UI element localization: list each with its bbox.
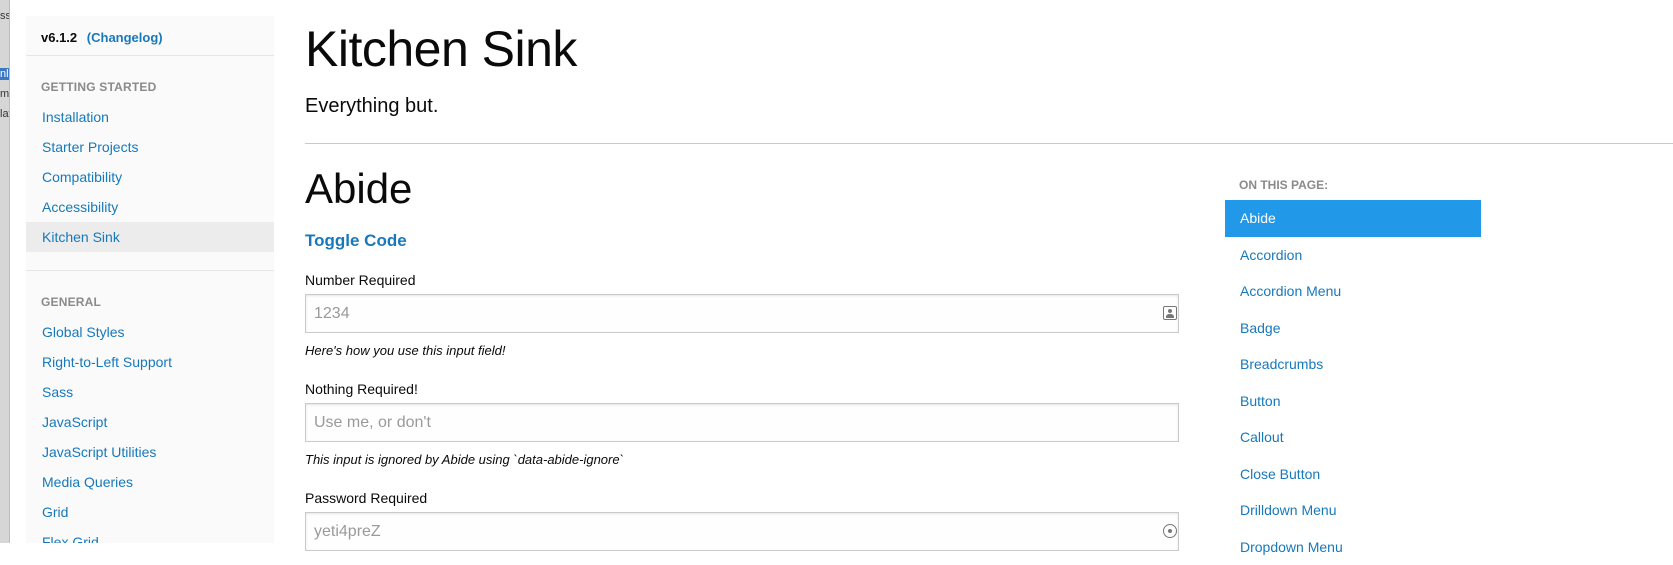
page-title: Kitchen Sink: [305, 20, 577, 78]
toc-item-breadcrumbs[interactable]: Breadcrumbs: [1225, 346, 1481, 383]
toc-title: ON THIS PAGE:: [1225, 178, 1481, 200]
sidebar-item-compatibility[interactable]: Compatibility: [26, 162, 274, 192]
sidebar-item-javascript-utilities[interactable]: JavaScript Utilities: [26, 437, 274, 467]
docs-sidebar: v6.1.2 (Changelog) GETTING STARTED Insta…: [26, 16, 274, 543]
section-title-getting-started: GETTING STARTED: [26, 80, 274, 94]
toggle-code-link[interactable]: Toggle Code: [305, 231, 407, 251]
sidebar-item-sass[interactable]: Sass: [26, 377, 274, 407]
sidebar-item-starter-projects[interactable]: Starter Projects: [26, 132, 274, 162]
version-label: v6.1.2: [41, 30, 77, 45]
contact-card-icon[interactable]: [1163, 306, 1177, 320]
edge-fragment: mo: [0, 88, 10, 100]
password-required-input[interactable]: [305, 512, 1179, 551]
nothing-required-input[interactable]: [305, 403, 1179, 442]
toc-item-accordion[interactable]: Accordion: [1225, 237, 1481, 274]
toc-item-dropdown-menu[interactable]: Dropdown Menu: [1225, 529, 1481, 565]
toc-item-accordion-menu[interactable]: Accordion Menu: [1225, 273, 1481, 310]
edge-fragment: lat: [0, 108, 10, 120]
toc-item-abide[interactable]: Abide: [1225, 200, 1481, 237]
version-row: v6.1.2 (Changelog): [26, 16, 274, 56]
sidebar-item-installation[interactable]: Installation: [26, 102, 274, 132]
toc-item-button[interactable]: Button: [1225, 383, 1481, 420]
sidebar-item-accessibility[interactable]: Accessibility: [26, 192, 274, 222]
toc-item-drilldown-menu[interactable]: Drilldown Menu: [1225, 492, 1481, 529]
number-help-text: Here's how you use this input field!: [305, 343, 505, 358]
edge-fragment: nl: [0, 68, 10, 80]
nothing-help-text: This input is ignored by Abide using `da…: [305, 452, 624, 467]
section-title-abide: Abide: [305, 165, 412, 213]
changelog-link[interactable]: (Changelog): [87, 30, 163, 45]
sidebar-item-flex-grid[interactable]: Flex Grid: [26, 527, 274, 543]
title-divider: [305, 143, 1673, 144]
toc-item-badge[interactable]: Badge: [1225, 310, 1481, 347]
key-icon[interactable]: [1163, 524, 1177, 538]
sidebar-item-media-queries[interactable]: Media Queries: [26, 467, 274, 497]
sidebar-item-kitchen-sink[interactable]: Kitchen Sink: [26, 222, 274, 252]
toc-item-callout[interactable]: Callout: [1225, 419, 1481, 456]
edge-fragment: ss: [0, 10, 10, 22]
password-required-label: Password Required: [305, 490, 427, 506]
section-title-general: GENERAL: [26, 295, 274, 309]
sidebar-item-javascript[interactable]: JavaScript: [26, 407, 274, 437]
nothing-required-label: Nothing Required!: [305, 381, 418, 397]
toc-item-close-button[interactable]: Close Button: [1225, 456, 1481, 493]
number-required-label: Number Required: [305, 272, 416, 288]
page-lead: Everything but.: [305, 95, 438, 118]
number-required-input[interactable]: [305, 294, 1179, 333]
sidebar-item-rtl-support[interactable]: Right-to-Left Support: [26, 347, 274, 377]
sidebar-item-grid[interactable]: Grid: [26, 497, 274, 527]
sidebar-item-global-styles[interactable]: Global Styles: [26, 317, 274, 347]
on-this-page-nav: ON THIS PAGE: Abide Accordion Accordion …: [1225, 178, 1481, 565]
background-window-edge: ss nl mo lat: [0, 0, 10, 543]
